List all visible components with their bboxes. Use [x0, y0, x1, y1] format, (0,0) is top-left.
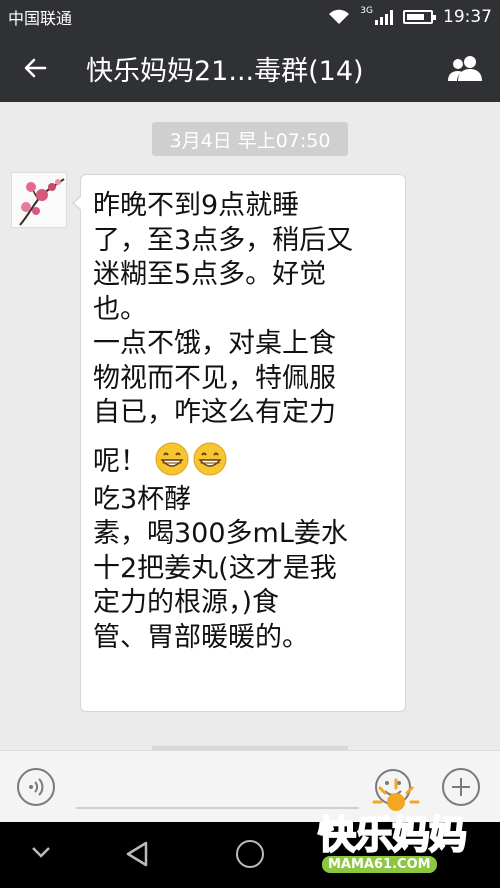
watermark-url: MAMA61.COM — [322, 856, 437, 873]
message-list[interactable]: 3月4日 早上07:50 昨晚不到9点就睡 了，至3点多，稍后又 迷糊至5点多。好觉… — [0, 102, 500, 750]
message-line: 迷糊至5点多。好觉 — [93, 259, 327, 290]
carrier-name: 中国联通 — [8, 9, 73, 28]
plum-blossom-avatar — [12, 173, 66, 227]
circle-home-icon[interactable] — [236, 840, 264, 868]
message-line: 定力的根源，)食 — [93, 587, 280, 618]
voice-icon — [29, 778, 44, 796]
message-line: 物视而不见，特佩服 — [93, 362, 336, 394]
message-line: 了，至3点多，稍后又 — [93, 224, 354, 256]
message-text-emoji-line: 呢！ — [93, 446, 147, 477]
message-text-b: 吃3杯酵 素，喝300多mL姜水 十2把姜丸(这才是我 定力的根源，)食 管、胃部暖暖的… — [93, 483, 405, 656]
message-line: 一点不饿，对桌上食 — [93, 328, 336, 359]
message-line: 十2把姜丸(这才是我 — [93, 552, 337, 584]
chat-header: 快乐妈妈21...毒群(14) — [0, 34, 500, 102]
avatar[interactable] — [11, 172, 67, 228]
voice-button[interactable] — [17, 768, 55, 806]
triangle-back-icon[interactable] — [124, 840, 150, 868]
battery-icon — [403, 10, 436, 24]
chevron-down-icon[interactable] — [30, 844, 52, 860]
message-line: 管、胃部暖暖的。 — [93, 621, 309, 653]
status-bar: 中国联通 3G 19:37 — [0, 0, 500, 34]
status-icons: 3G 19:37 — [328, 6, 492, 27]
message-bubble[interactable]: 昨晚不到9点就睡 了，至3点多，稍后又 迷糊至5点多。好觉 也。 一点不饿，对桌上食 物视… — [72, 174, 406, 712]
wifi-icon — [329, 9, 350, 24]
group-info-button[interactable] — [430, 34, 500, 102]
clock: 19:37 — [443, 7, 492, 27]
network-type: 3G — [360, 6, 373, 16]
group-members-icon — [448, 56, 482, 81]
message-line: 自已，咋这么有定力 — [93, 397, 336, 428]
grin-emoji-icon — [193, 442, 227, 475]
grin-emoji-icon — [155, 442, 189, 475]
message-text-a: 昨晚不到9点就睡 了，至3点多，稍后又 迷糊至5点多。好觉 也。 一点不饿，对桌上食 物视… — [93, 189, 405, 431]
watermark-brand: 快乐妈妈 — [317, 812, 468, 858]
emoji-line: 呢！ — [93, 435, 405, 483]
date-separator: 3月4日 早上07:50 — [152, 122, 348, 156]
message-line: 昨晚不到9点就睡 — [93, 190, 300, 221]
message-line: 吃3杯酵 — [93, 483, 192, 515]
back-button[interactable] — [0, 34, 70, 102]
signal-icon — [375, 9, 393, 25]
watermark-logo: 快乐妈妈 MAMA61.COM — [316, 776, 498, 884]
chat-title: 快乐妈妈21...毒群(14) — [86, 55, 364, 87]
message-line: 素，喝300多mL姜水 — [93, 518, 348, 549]
back-arrow-icon — [24, 58, 47, 78]
message-line: 也。 — [93, 293, 147, 325]
